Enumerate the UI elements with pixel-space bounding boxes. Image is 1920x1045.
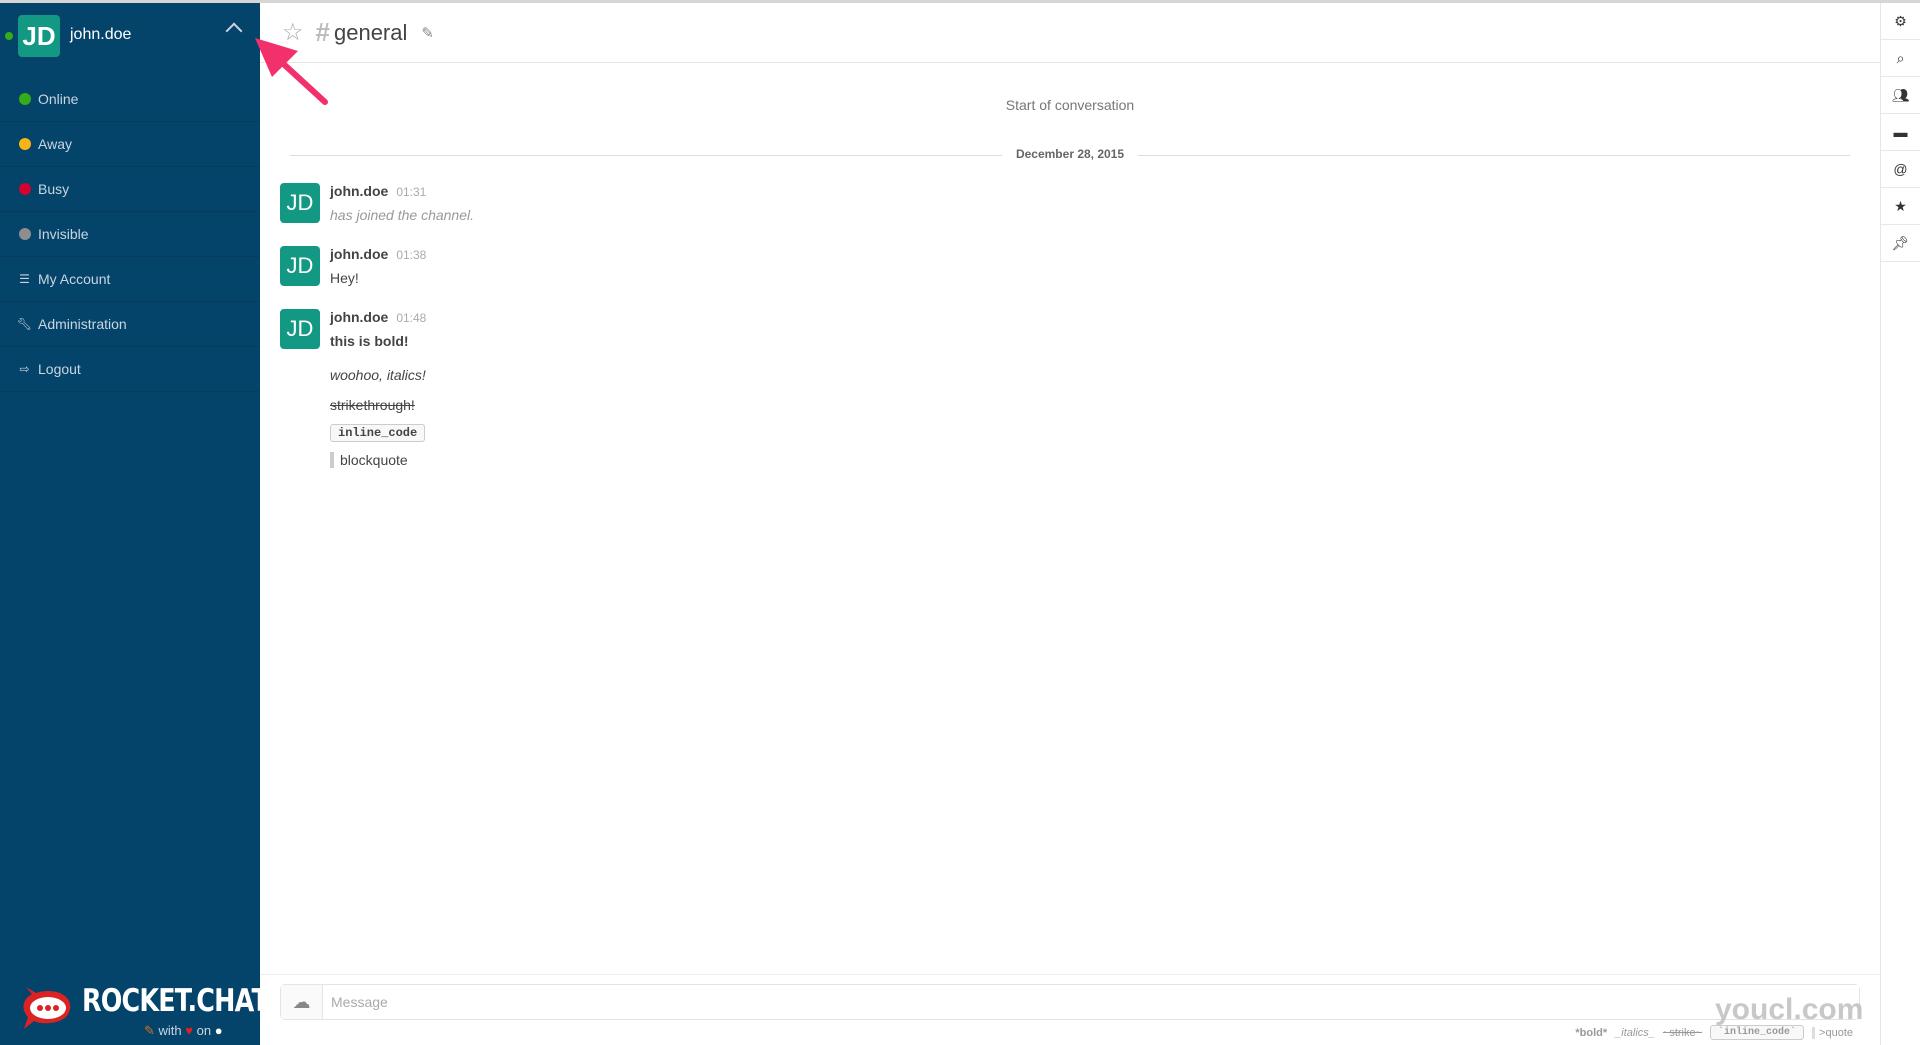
logo-text: ROCKET.CHAT <box>82 983 269 1019</box>
hint-strike: ~strike~ <box>1662 1026 1703 1039</box>
upload-cloud-icon[interactable]: ☁ <box>281 985 323 1019</box>
search-icon[interactable]: ⌕ <box>1881 40 1920 77</box>
user-header[interactable]: JD john.doe <box>0 3 260 67</box>
message-time: 01:48 <box>396 311 427 325</box>
menu-label: Administration <box>38 316 127 332</box>
hint-bold: *bold* <box>1575 1026 1608 1039</box>
channel-title: general <box>333 19 408 45</box>
logout-icon: ⇨ <box>19 362 30 376</box>
invisible-dot-icon <box>18 228 31 240</box>
rocket-chat-logo-icon <box>23 987 71 1029</box>
avatar[interactable]: JD <box>280 246 320 286</box>
date-label: December 28, 2015 <box>1001 147 1139 161</box>
watermark: youcl.com <box>1715 993 1864 1026</box>
star-icon[interactable]: ★ <box>1881 188 1920 225</box>
chevron-up-icon[interactable] <box>225 22 243 40</box>
hint-italics: _italics_ <box>1615 1026 1655 1039</box>
away-dot-icon <box>18 138 31 150</box>
menu-label: My Account <box>38 271 111 287</box>
hint-code: `inline_code` <box>1710 1025 1805 1040</box>
message-username[interactable]: john.doe <box>330 309 388 325</box>
message-time: 01:31 <box>396 185 427 199</box>
menu-my-account[interactable]: ☰ My Account <box>0 257 260 302</box>
annotation-arrow-icon <box>255 38 328 105</box>
avatar: JD <box>18 15 60 57</box>
menu-label: Away <box>38 136 72 152</box>
date-divider: December 28, 2015 <box>290 147 1850 163</box>
menu-online[interactable]: Online <box>0 77 260 122</box>
mention-icon[interactable]: @ <box>1881 151 1920 188</box>
message-text: Hey! <box>330 270 359 286</box>
hint-quote: >quote <box>1812 1026 1853 1039</box>
message-composer: ☁ <box>280 984 1860 1020</box>
heart-icon: ♥ <box>185 1023 193 1038</box>
rocket-chat-logo[interactable]: ROCKET.CHAT ✎ with ♥ on ● <box>22 983 269 1043</box>
inline-code: inline_code <box>330 424 426 442</box>
edit-pencil-icon[interactable]: ✎ <box>421 24 434 42</box>
blockquote: blockquote <box>330 452 1230 468</box>
room-toolbar: ⚙ ⌕ 👥︎ ▬ @ ★ 📌︎ <box>1880 3 1920 1045</box>
composer-divider <box>260 974 1880 975</box>
menu-logout[interactable]: ⇨ Logout <box>0 347 260 392</box>
message-text: has joined the channel. <box>330 207 474 223</box>
message-username[interactable]: john.doe <box>330 183 388 199</box>
menu-invisible[interactable]: Invisible <box>0 212 260 257</box>
made-with-love[interactable]: ✎ with ♥ on ● <box>144 1023 223 1039</box>
message-input[interactable] <box>323 985 1859 1019</box>
members-icon[interactable]: 👥︎ <box>1881 77 1920 114</box>
bold-text: this is bold! <box>330 333 409 349</box>
username: john.doe <box>70 26 132 43</box>
room-header: ☆ # general ✎ <box>260 3 1880 63</box>
avatar[interactable]: JD <box>280 183 320 223</box>
start-of-conversation: Start of conversation <box>1005 97 1135 113</box>
online-dot-icon <box>18 93 31 105</box>
message-time: 01:38 <box>396 248 427 262</box>
menu-label: Busy <box>38 181 70 197</box>
menu-away[interactable]: Away <box>0 122 260 167</box>
menu-label: Online <box>38 91 79 107</box>
settings-gear-icon[interactable]: ⚙ <box>1881 3 1920 40</box>
formatting-hints: *bold* _italics_ ~strike~ `inline_code` … <box>1575 1025 1853 1040</box>
menu-administration[interactable]: 🔧︎ Administration <box>0 302 260 347</box>
chat-area: ☆ # general ✎ Start of conversation Dece… <box>260 3 1880 1045</box>
menu-label: Logout <box>38 361 81 377</box>
menu-label: Invisible <box>38 226 89 242</box>
busy-dot-icon <box>18 183 31 195</box>
on-text: on <box>196 1023 212 1038</box>
with-text: with <box>158 1023 182 1038</box>
pencil-icon: ✎ <box>144 1023 155 1038</box>
message-username[interactable]: john.doe <box>330 246 388 262</box>
sidebar: JD john.doe Online Away Busy Invisible ☰… <box>0 3 269 1045</box>
wrench-icon: 🔧︎ <box>16 317 33 331</box>
italic-text: woohoo, italics! <box>330 367 426 383</box>
pin-icon[interactable]: 📌︎ <box>1881 225 1920 262</box>
online-status-dot <box>5 32 13 40</box>
sliders-icon: ☰ <box>19 272 30 286</box>
avatar[interactable]: JD <box>280 309 320 349</box>
menu-busy[interactable]: Busy <box>0 167 260 212</box>
files-folder-icon[interactable]: ▬ <box>1881 114 1920 151</box>
strike-text: strikethrough! <box>330 397 415 413</box>
github-icon: ● <box>214 1023 223 1038</box>
